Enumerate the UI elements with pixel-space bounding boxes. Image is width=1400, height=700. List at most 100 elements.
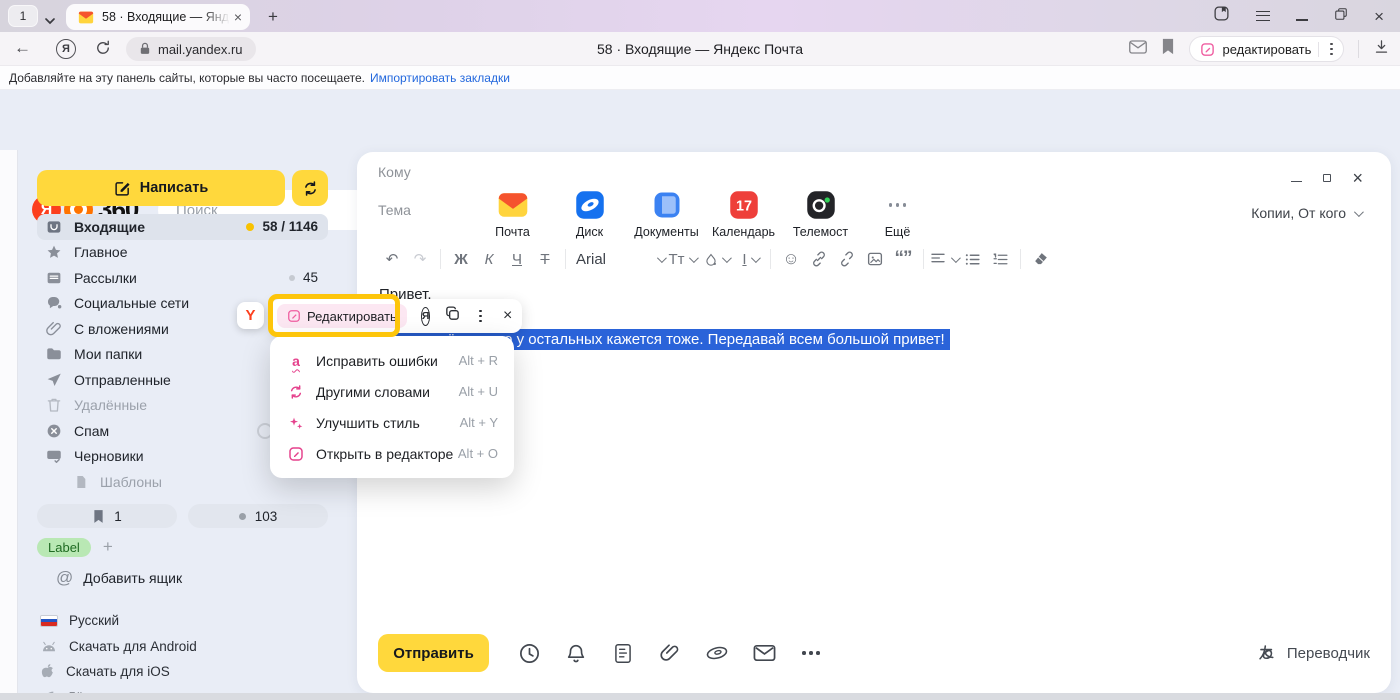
reload-button[interactable] <box>94 39 112 62</box>
bookmark-icon <box>92 509 105 524</box>
link-button[interactable] <box>805 245 833 273</box>
telemost-app-icon <box>806 189 836 221</box>
align-button[interactable] <box>930 245 958 273</box>
language-link[interactable]: Русский <box>40 608 197 634</box>
widget-close-icon[interactable]: × <box>500 308 515 324</box>
attach-from-mail-icon[interactable] <box>752 641 776 665</box>
to-field[interactable] <box>378 164 1018 190</box>
bullet-list-button[interactable] <box>958 245 986 273</box>
download-android-link[interactable]: Скачать для Android <box>40 634 197 660</box>
screen: 1 58 · Входящие — Яндек × + × ← <box>0 0 1400 700</box>
to-input[interactable] <box>378 164 1018 180</box>
browser-editor-pill[interactable]: редактировать <box>1189 36 1344 62</box>
yandex-search-icon[interactable]: Я <box>421 307 431 326</box>
add-mailbox-button[interactable]: @ Добавить ящик <box>56 568 182 588</box>
cc-from-toggle[interactable]: Копии, От кого <box>1251 205 1361 221</box>
unread-dot <box>246 223 254 231</box>
rephrase-icon <box>286 384 306 400</box>
redo-button[interactable]: ↷ <box>406 245 434 273</box>
inbox-icon <box>45 218 63 236</box>
more-options-icon[interactable] <box>799 641 823 665</box>
refresh-button[interactable] <box>292 170 328 206</box>
italic-button[interactable]: К <box>475 245 503 273</box>
schedule-send-icon[interactable] <box>517 641 541 665</box>
eraser-button[interactable] <box>1027 245 1055 273</box>
import-bookmarks-link[interactable]: Импортировать закладки <box>370 71 510 85</box>
bookmarks-hint: Добавляйте на эту панель сайты, которые … <box>9 71 365 85</box>
menu-item-open-editor[interactable]: Открыть в редакторе Alt + O <box>270 438 514 469</box>
folder-inbox[interactable]: Входящие 58 / 1146 <box>37 214 328 240</box>
subject-input[interactable] <box>378 202 1018 218</box>
documents-app-icon <box>652 189 682 221</box>
compose-minimize-button[interactable] <box>1291 181 1302 182</box>
font-size-select[interactable]: Tт <box>668 245 696 273</box>
send-button[interactable]: Отправить <box>378 634 489 672</box>
window-minimize-button[interactable] <box>1296 19 1308 21</box>
add-label-button[interactable]: + <box>103 537 113 557</box>
window-close-button[interactable]: × <box>1374 8 1384 25</box>
yandex-button[interactable]: Я <box>56 39 76 59</box>
bookmarks-counter-pill[interactable]: 1 <box>37 504 177 528</box>
text-color-button[interactable]: I <box>736 245 764 273</box>
copy-icon[interactable] <box>444 305 461 327</box>
edit-selection-button[interactable]: Редактировать <box>277 304 407 328</box>
browser-tab[interactable]: 58 · Входящие — Яндек × <box>66 4 250 30</box>
russian-flag-icon <box>40 615 58 627</box>
url-field[interactable]: mail.yandex.ru <box>126 37 256 61</box>
downloads-icon[interactable] <box>1373 38 1390 60</box>
numbered-list-button[interactable] <box>986 245 1014 273</box>
strikethrough-button[interactable]: Т <box>531 245 559 273</box>
tab-close-icon[interactable]: × <box>234 10 242 24</box>
browser-menu-icon[interactable] <box>1256 11 1270 21</box>
folder-newsletters[interactable]: Рассылки 45 <box>37 265 328 291</box>
sidebar-panel-icon[interactable] <box>1213 5 1230 27</box>
translator-button[interactable]: Переводчик <box>1257 643 1370 664</box>
tab-title: 58 · Входящие — Яндек <box>102 10 230 24</box>
folder-main[interactable]: Главное <box>37 240 328 266</box>
editor-pill-label: редактировать <box>1222 42 1311 57</box>
lock-icon <box>139 42 151 56</box>
svg-text:17: 17 <box>736 199 752 215</box>
download-ios-link[interactable]: Скачать для iOS <box>40 659 197 685</box>
compose-maximize-button[interactable] <box>1323 174 1331 182</box>
emoji-button[interactable]: ☺ <box>777 245 805 273</box>
insert-image-button[interactable] <box>861 245 889 273</box>
font-family-select[interactable]: Arial <box>572 245 668 273</box>
editor-pencil-icon <box>287 309 301 323</box>
horizontal-scrollbar[interactable] <box>0 693 1400 700</box>
compose-close-button[interactable]: × <box>1352 169 1363 187</box>
mail-notifications-icon[interactable] <box>1129 40 1147 59</box>
yandex-browser-badge[interactable]: Y <box>237 302 264 329</box>
chevron-down-icon <box>1354 207 1364 217</box>
tab-count-button[interactable]: 1 <box>8 5 38 27</box>
notes-icon[interactable] <box>611 641 635 665</box>
back-button[interactable]: ← <box>14 38 31 58</box>
tab-list-chevron-icon[interactable] <box>44 12 56 30</box>
shortcut: Alt + R <box>459 353 498 368</box>
shortcut: Alt + O <box>458 446 498 461</box>
file-icon <box>73 474 89 490</box>
reminder-bell-icon[interactable] <box>564 641 588 665</box>
bookmark-icon[interactable] <box>1161 38 1175 60</box>
window-restore-button[interactable] <box>1334 7 1348 26</box>
label-tag[interactable]: Label <box>37 538 91 557</box>
quote-button[interactable]: “” <box>889 245 917 273</box>
menu-item-improve-style[interactable]: Улучшить стиль Alt + Y <box>270 407 514 438</box>
unlink-button[interactable] <box>833 245 861 273</box>
editor-pill-more-icon[interactable] <box>1326 43 1337 56</box>
unread-counter-pill[interactable]: 103 <box>188 504 328 528</box>
drafts-icon <box>45 447 63 465</box>
undo-button[interactable]: ↶ <box>378 245 406 273</box>
fill-drop-icon <box>704 252 718 267</box>
compose-button[interactable]: Написать <box>37 170 285 206</box>
menu-item-rephrase[interactable]: Другими словами Alt + U <box>270 376 514 407</box>
browser-tab-bar: 1 58 · Входящие — Яндек × + × <box>0 0 1400 32</box>
attach-from-disk-icon[interactable] <box>705 641 729 665</box>
widget-more-icon[interactable] <box>475 310 486 323</box>
new-tab-button[interactable]: + <box>260 4 286 30</box>
bold-button[interactable]: Ж <box>447 245 475 273</box>
highlight-color-button[interactable] <box>702 245 730 273</box>
attach-file-icon[interactable] <box>658 641 682 665</box>
underline-button[interactable]: Ч <box>503 245 531 273</box>
menu-item-fix-errors[interactable]: а Исправить ошибки Alt + R <box>270 345 514 376</box>
